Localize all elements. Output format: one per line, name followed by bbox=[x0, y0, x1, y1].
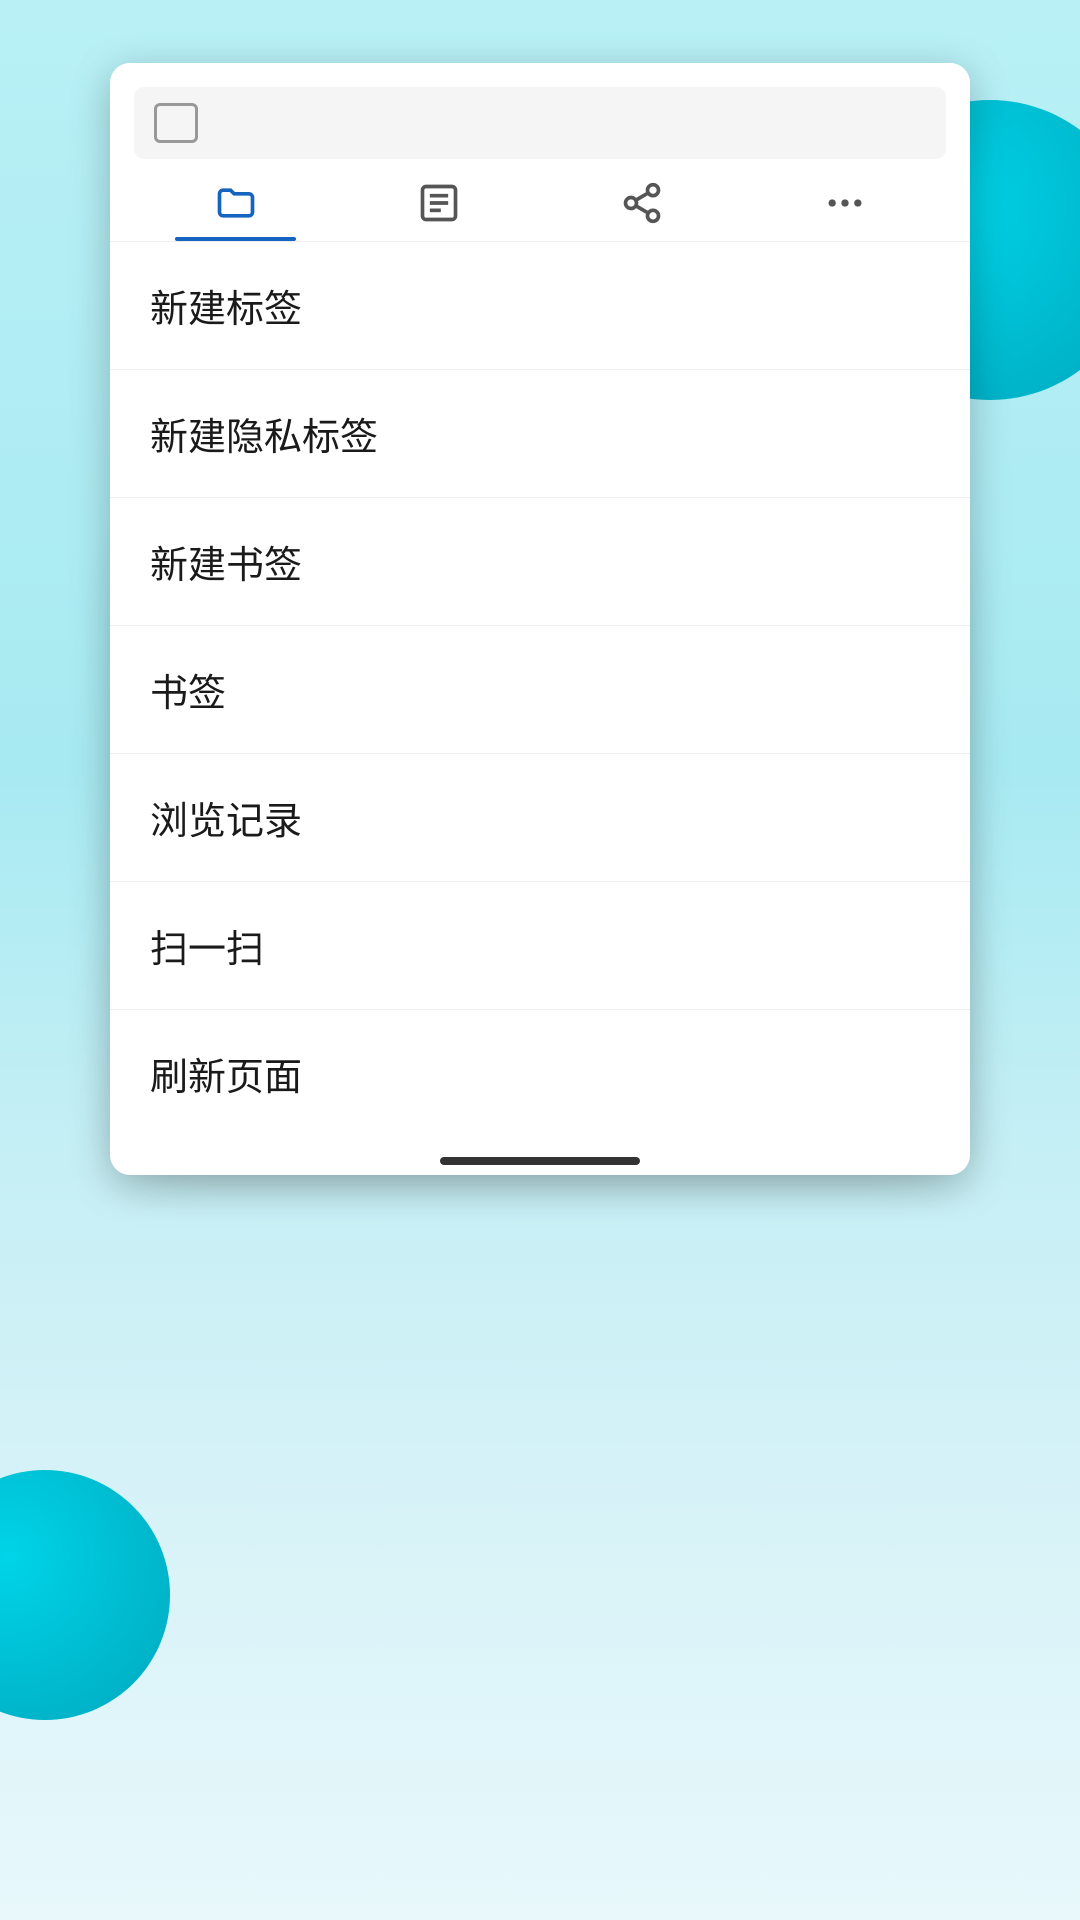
url-bar[interactable] bbox=[134, 87, 946, 159]
share-button[interactable] bbox=[540, 159, 743, 241]
menu-item-bookmarks[interactable]: 书签 bbox=[110, 626, 970, 754]
menu-item-scan[interactable]: 扫一扫 bbox=[110, 882, 970, 1010]
menu-item-new-private-tab[interactable]: 新建隐私标签 bbox=[110, 370, 970, 498]
home-bar bbox=[440, 1157, 640, 1165]
tab-square-icon bbox=[154, 103, 198, 143]
tabs-panel-button[interactable] bbox=[134, 159, 337, 241]
menu-list: 新建标签 新建隐私标签 新建书签 书签 浏览记录 扫一扫 刷新页面 bbox=[110, 242, 970, 1137]
url-bar-area bbox=[110, 63, 970, 159]
share-icon bbox=[620, 181, 664, 225]
popup-sheet: 新建标签 新建隐私标签 新建书签 书签 浏览记录 扫一扫 刷新页面 bbox=[110, 63, 970, 1175]
menu-item-new-bookmark[interactable]: 新建书签 bbox=[110, 498, 970, 626]
reader-icon bbox=[417, 181, 461, 225]
menu-item-refresh[interactable]: 刷新页面 bbox=[110, 1010, 970, 1137]
menu-item-new-tab[interactable]: 新建标签 bbox=[110, 242, 970, 370]
more-dots-icon bbox=[823, 181, 867, 225]
more-tab-button[interactable] bbox=[743, 159, 946, 241]
folder-icon bbox=[214, 181, 258, 225]
browser-container: 太太脑木浏览器 ‹ › 0 0 ⋮ bbox=[150, 535, 930, 1135]
tab-icons-row bbox=[110, 159, 970, 242]
main-content: 保护隐私 无广告、不记录、不共享、不追踪 用户数据 太太脑木浏览器 ‹ › 0 … bbox=[0, 0, 1080, 1135]
reader-mode-button[interactable] bbox=[337, 159, 540, 241]
menu-item-history[interactable]: 浏览记录 bbox=[110, 754, 970, 882]
